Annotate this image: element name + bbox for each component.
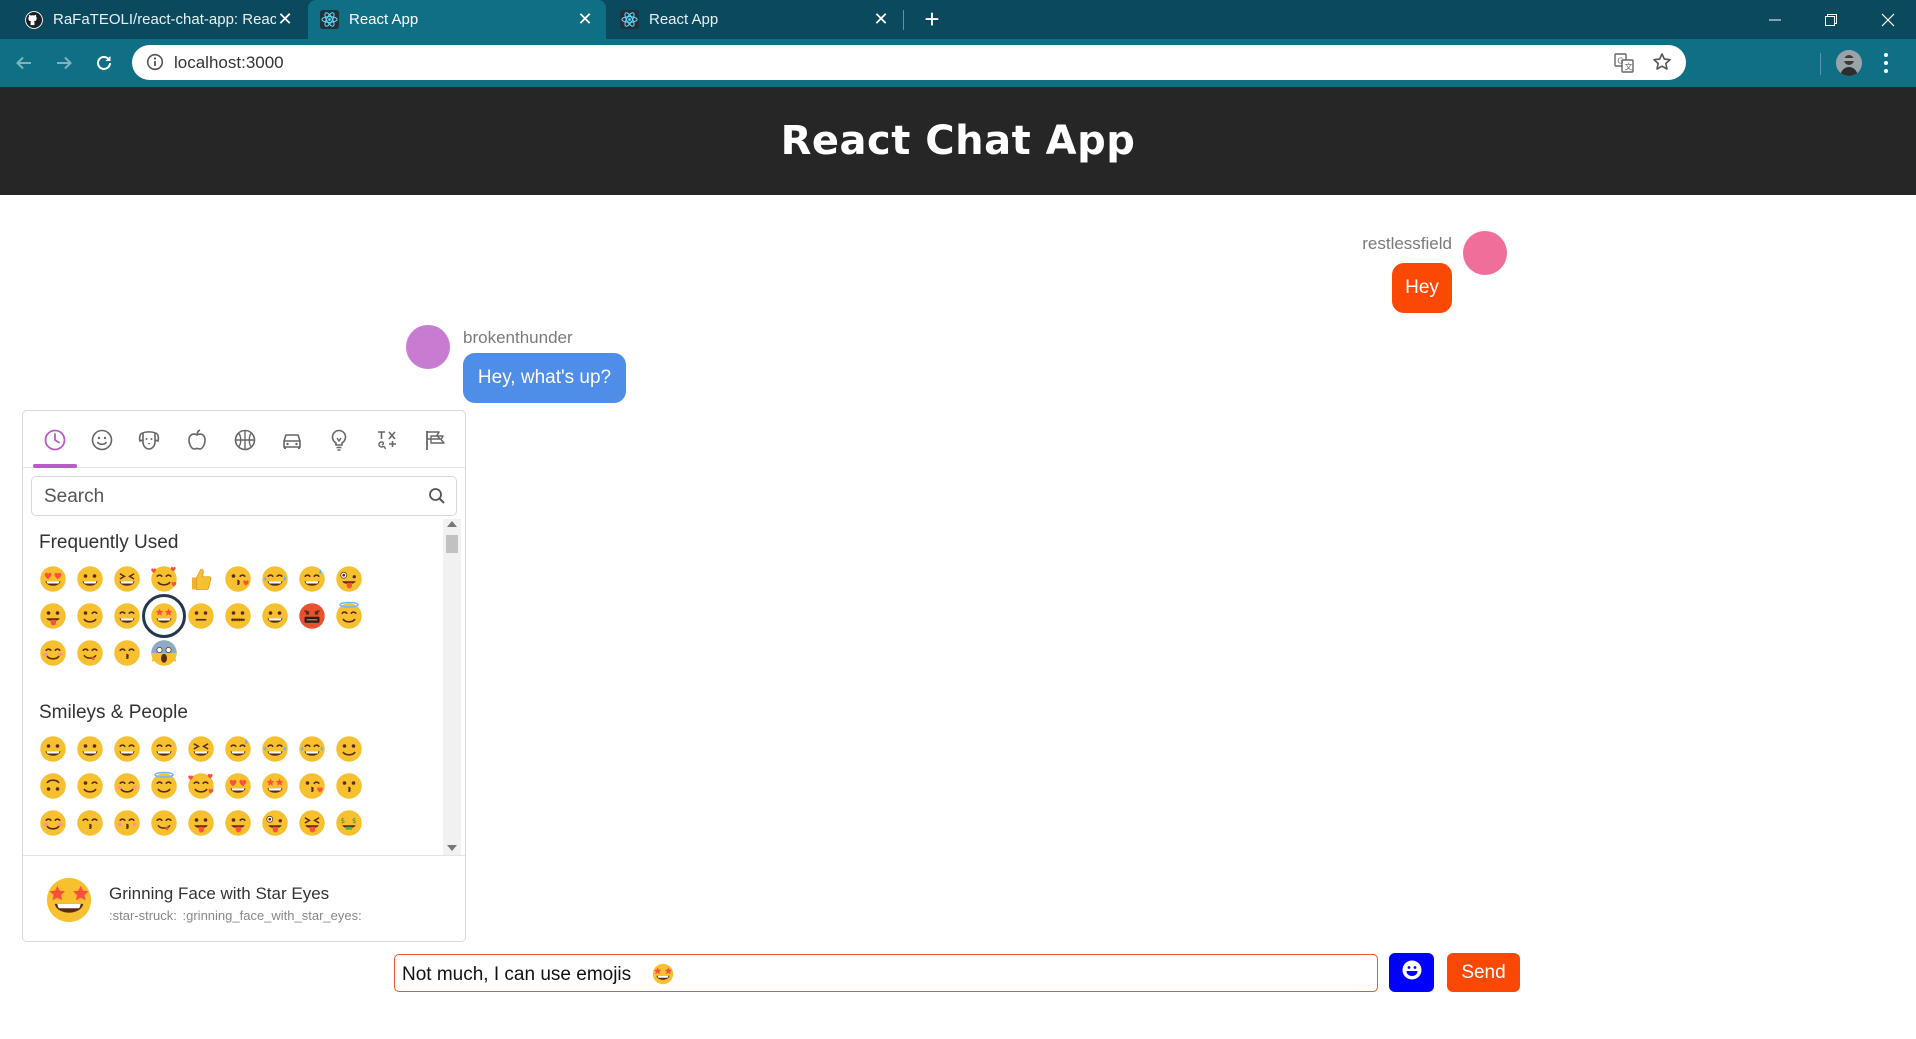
clock-icon[interactable]	[40, 425, 70, 455]
translate-icon[interactable]: G文	[1614, 53, 1634, 78]
svg-text:G: G	[1617, 57, 1623, 66]
lightbulb-icon[interactable]	[324, 425, 354, 455]
emoji-innocent-icon[interactable]	[327, 594, 371, 638]
tab-title: React App	[349, 11, 419, 28]
section-title: Smileys & People	[39, 702, 188, 723]
car-icon[interactable]	[277, 425, 307, 455]
svg-text:$: $	[352, 817, 356, 825]
profile-avatar[interactable]	[1836, 50, 1862, 76]
react-icon	[320, 10, 339, 29]
message-input-value: Not much, I can use emojis	[402, 964, 632, 985]
app-header: React Chat App	[0, 87, 1916, 195]
emoji-preview: Grinning Face with Star Eyes :star-struc…	[23, 855, 465, 941]
close-window-button[interactable]	[1860, 0, 1916, 39]
message-bubble: Hey	[1392, 263, 1452, 313]
message-input[interactable]: Not much, I can use emojis	[394, 954, 1378, 992]
forward-button[interactable]	[48, 47, 80, 79]
preview-emoji-name: Grinning Face with Star Eyes	[109, 884, 330, 903]
symbols-icon[interactable]	[372, 425, 402, 455]
bookmark-star-icon[interactable]	[1652, 52, 1672, 77]
address-bar[interactable]: localhost:3000 G文	[132, 45, 1686, 80]
close-tab-icon[interactable]: ✕	[872, 9, 890, 29]
browser-tab-3[interactable]: React App ✕	[608, 0, 902, 39]
react-icon	[620, 10, 639, 29]
active-category-indicator	[33, 464, 77, 468]
message-username: restlessfield	[1362, 234, 1452, 253]
toolbar-divider	[1820, 53, 1821, 75]
back-button[interactable]	[8, 47, 40, 79]
new-tab-button[interactable]: +	[918, 6, 946, 34]
emoji-scrollbar[interactable]	[443, 519, 461, 855]
tab-divider	[903, 10, 904, 30]
minimize-button[interactable]	[1747, 0, 1803, 39]
browser-tab-1[interactable]: RaFaTEOLI/react-chat-app: React ✕	[12, 0, 306, 39]
star-struck-icon	[651, 962, 675, 991]
emoji-picker: Search Frequently Used Smileys & People …	[22, 410, 466, 942]
basketball-icon[interactable]	[230, 425, 260, 455]
browser-tab-2[interactable]: React App ✕	[308, 0, 606, 39]
dog-icon[interactable]	[134, 425, 164, 455]
close-tab-icon[interactable]: ✕	[276, 9, 294, 29]
emoji-search-input[interactable]: Search	[31, 476, 457, 516]
preview-shortcodes: :star-struck: :grinning_face_with_star_e…	[109, 908, 362, 923]
search-placeholder: Search	[44, 486, 105, 507]
smiley-icon[interactable]	[87, 425, 117, 455]
tab-title: RaFaTEOLI/react-chat-app: React	[53, 11, 276, 28]
emoji-category-bar	[23, 411, 465, 468]
emoji-money-mouth-icon[interactable]: $ $	[327, 801, 371, 845]
browser-tabstrip: RaFaTEOLI/react-chat-app: React ✕ React …	[0, 0, 1916, 39]
svg-text:文: 文	[1625, 62, 1633, 72]
tab-title: React App	[649, 11, 719, 28]
browser-menu-button[interactable]	[1882, 51, 1890, 75]
message-bubble: Hey, what's up?	[463, 353, 626, 403]
message-username: brokenthunder	[463, 328, 573, 347]
apple-icon[interactable]	[182, 425, 212, 455]
section-title: Frequently Used	[39, 532, 179, 553]
avatar	[1463, 231, 1507, 275]
github-icon	[24, 10, 43, 29]
smiley-icon	[1401, 959, 1423, 986]
flags-icon[interactable]	[420, 425, 450, 455]
preview-emoji-star-struck-icon	[43, 874, 95, 926]
emoji-toggle-button[interactable]	[1389, 953, 1434, 992]
scrollbar-thumb[interactable]	[446, 535, 458, 553]
scroll-down-arrow[interactable]	[447, 845, 457, 851]
avatar	[406, 325, 450, 369]
app-title: React Chat App	[780, 118, 1136, 164]
browser-toolbar: localhost:3000 G文	[0, 39, 1916, 87]
url-text: localhost:3000	[174, 53, 284, 72]
emoji-scroll-area[interactable]: Frequently Used Smileys & People $ $	[23, 519, 465, 855]
send-button[interactable]: Send	[1447, 953, 1520, 992]
info-icon[interactable]	[146, 53, 164, 76]
search-icon	[428, 487, 446, 510]
emoji-scream-icon[interactable]	[142, 631, 186, 675]
svg-text:$: $	[341, 817, 345, 825]
reload-button[interactable]	[88, 47, 120, 79]
restore-button[interactable]	[1803, 0, 1859, 39]
close-tab-icon[interactable]: ✕	[576, 9, 594, 29]
scroll-up-arrow[interactable]	[447, 521, 457, 527]
